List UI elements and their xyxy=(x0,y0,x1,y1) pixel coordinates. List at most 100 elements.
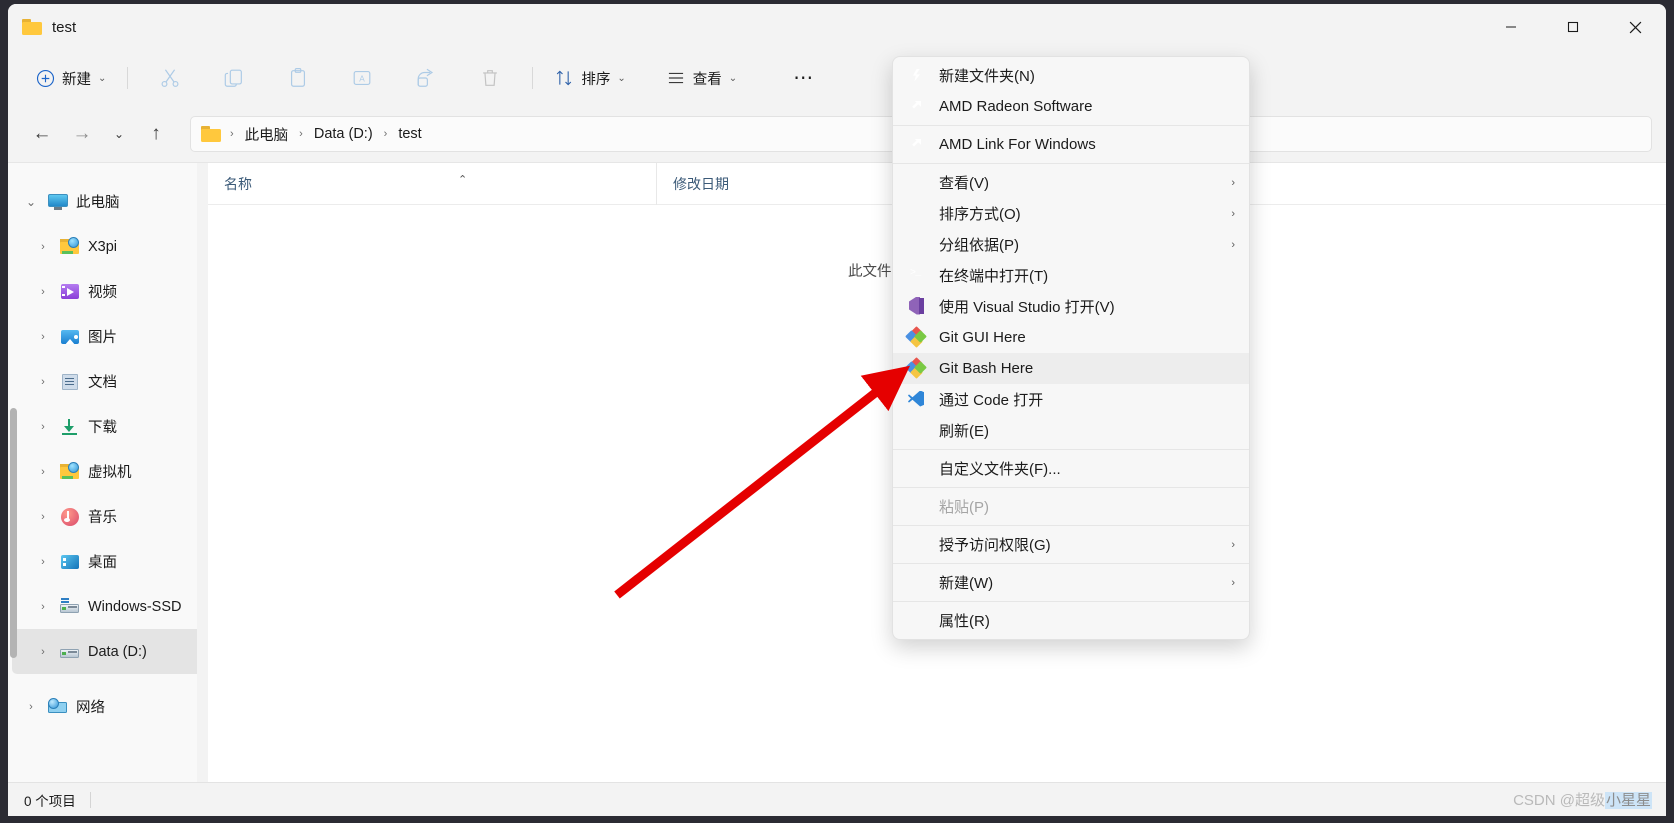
menu-separator xyxy=(893,563,1249,564)
chevron-right-icon[interactable]: › xyxy=(34,556,52,568)
menu-item-open-in-terminal[interactable]: 在终端中打开(T) xyxy=(893,260,1249,291)
breadcrumb-item-0[interactable]: 此电脑 xyxy=(239,121,295,148)
menu-item-git-gui-here[interactable]: Git GUI Here xyxy=(893,322,1249,353)
sidebar-item-this-pc[interactable]: ⌄ 此电脑 xyxy=(12,179,204,224)
vscode-icon xyxy=(907,390,927,410)
lightning-circle-icon xyxy=(907,66,927,86)
up-button[interactable]: ↑ xyxy=(136,116,176,152)
maximize-icon[interactable] xyxy=(1542,4,1604,50)
downloads-icon xyxy=(59,417,81,437)
watermark-prefix: CSDN @超级 xyxy=(1513,792,1605,809)
delete-button[interactable] xyxy=(459,60,521,96)
breadcrumb-item-1[interactable]: Data (D:) xyxy=(308,123,379,145)
menu-item-label: 授予访问权限(G) xyxy=(939,537,1051,554)
rename-button[interactable]: A xyxy=(331,60,393,96)
sidebar-item-music[interactable]: › 音乐 xyxy=(12,494,204,539)
view-button[interactable]: 查看 ⌄ xyxy=(656,60,747,96)
menu-item-label: 新建(W) xyxy=(939,575,994,592)
terminal-icon xyxy=(907,266,927,286)
menu-item-refresh[interactable]: 刷新(E) xyxy=(893,415,1249,446)
menu-item-properties[interactable]: 属性(R) xyxy=(893,605,1249,636)
column-header-name[interactable]: 名称 ⌃ xyxy=(208,163,656,205)
sort-button-label: 排序 xyxy=(581,71,611,88)
pictures-icon xyxy=(59,327,81,347)
sidebar-item-label: 图片 xyxy=(88,330,117,346)
chevron-right-icon[interactable]: › xyxy=(34,421,52,433)
chevron-right-icon[interactable]: › xyxy=(22,701,40,713)
sidebar-item-documents[interactable]: › 文档 xyxy=(12,359,204,404)
sidebar-item-virtual-machines[interactable]: › 虚拟机 xyxy=(12,449,204,494)
paste-button[interactable] xyxy=(267,60,329,96)
context-menu[interactable]: 新建文件夹(N) AMD Radeon Software AMD Link Fo… xyxy=(892,56,1250,640)
status-divider xyxy=(89,791,91,808)
sidebar-item-x3pi[interactable]: › X3pi xyxy=(12,224,204,269)
close-icon[interactable] xyxy=(1604,4,1666,50)
chevron-right-icon[interactable]: › xyxy=(34,241,52,253)
sidebar-scrollbar-thumb[interactable] xyxy=(10,408,17,658)
menu-item-amd-radeon-software[interactable]: AMD Radeon Software xyxy=(893,91,1249,122)
chevron-right-icon: › xyxy=(1231,238,1235,251)
breadcrumb-separator: › xyxy=(299,128,303,140)
sidebar-scrollbar-track[interactable] xyxy=(197,163,208,782)
chevron-right-icon[interactable]: › xyxy=(34,286,52,298)
sort-button[interactable]: 排序 ⌄ xyxy=(544,60,635,96)
documents-icon xyxy=(59,372,81,392)
sidebar-item-videos[interactable]: › 视频 xyxy=(12,269,204,314)
blank-icon xyxy=(907,173,927,193)
menu-item-amd-link-for-windows[interactable]: AMD Link For Windows xyxy=(893,129,1249,160)
chevron-down-icon: ⌄ xyxy=(617,72,626,84)
menu-item-open-with-visual-studio[interactable]: 使用 Visual Studio 打开(V) xyxy=(893,291,1249,322)
recent-locations-button[interactable]: ⌄ xyxy=(102,116,136,152)
menu-separator xyxy=(893,601,1249,602)
menu-item-customize-folder[interactable]: 自定义文件夹(F)... xyxy=(893,453,1249,484)
watermark-highlight: 小星星 xyxy=(1604,792,1652,809)
amd-icon xyxy=(907,135,927,155)
sidebar-item-data-d[interactable]: › Data (D:) xyxy=(12,629,204,674)
chevron-right-icon[interactable]: › xyxy=(34,601,52,613)
chevron-right-icon[interactable]: › xyxy=(34,376,52,388)
breadcrumb-item-2[interactable]: test xyxy=(392,123,427,145)
sidebar-item-network[interactable]: › 网络 xyxy=(12,684,204,729)
cut-button[interactable] xyxy=(139,60,201,96)
chevron-right-icon[interactable]: › xyxy=(34,646,52,658)
watermark: CSDN @超级小星星 xyxy=(1513,789,1652,810)
navigation-pane: ⌄ 此电脑 › X3pi › 视频 › 图片 › 文档 › 下载 › 虚拟机 ›… xyxy=(8,163,208,782)
sidebar-item-downloads[interactable]: › 下载 xyxy=(12,404,204,449)
minimize-icon[interactable] xyxy=(1480,4,1542,50)
menu-item-label: 新建文件夹(N) xyxy=(939,68,1035,85)
more-options-button[interactable]: ⋯ xyxy=(783,60,823,96)
breadcrumb-separator: › xyxy=(230,128,234,140)
menu-item-label: 查看(V) xyxy=(939,175,989,192)
share-button[interactable] xyxy=(395,60,457,96)
back-button[interactable]: ← xyxy=(22,116,62,152)
menu-item-view[interactable]: 查看(V) › xyxy=(893,167,1249,198)
chevron-right-icon[interactable]: › xyxy=(34,466,52,478)
menu-item-new[interactable]: 新建(W) › xyxy=(893,567,1249,598)
sidebar-item-windows-ssd[interactable]: › Windows-SSD xyxy=(12,584,204,629)
sidebar-item-label: 音乐 xyxy=(88,510,117,526)
menu-item-new-folder[interactable]: 新建文件夹(N) xyxy=(893,60,1249,91)
navigation-bar: ← → ⌄ ↑ › 此电脑 › Data (D:) › test xyxy=(8,106,1666,162)
sidebar-item-label: Data (D:) xyxy=(88,643,147,660)
menu-item-grant-access-to[interactable]: 授予访问权限(G) › xyxy=(893,529,1249,560)
sidebar-item-pictures[interactable]: › 图片 xyxy=(12,314,204,359)
window-title: test xyxy=(52,18,77,36)
command-bar: 新建 ⌄ A 排序 ⌄ 查看 ⌄ ⋯ xyxy=(8,50,1666,106)
menu-item-open-with-code[interactable]: 通过 Code 打开 xyxy=(893,384,1249,415)
menu-item-git-bash-here[interactable]: Git Bash Here xyxy=(893,353,1249,384)
git-icon xyxy=(905,356,927,379)
new-button[interactable]: 新建 ⌄ xyxy=(26,60,116,96)
copy-button[interactable] xyxy=(203,60,265,96)
forward-button[interactable]: → xyxy=(62,116,102,152)
menu-item-paste: 粘贴(P) xyxy=(893,491,1249,522)
blank-icon xyxy=(907,421,927,441)
menu-separator xyxy=(893,125,1249,126)
menu-item-group-by[interactable]: 分组依据(P) › xyxy=(893,229,1249,260)
chevron-right-icon[interactable]: › xyxy=(34,331,52,343)
menu-item-sort-by[interactable]: 排序方式(O) › xyxy=(893,198,1249,229)
chevron-right-icon[interactable]: › xyxy=(34,511,52,523)
column-header-label: 名称 xyxy=(224,175,252,192)
chevron-down-icon[interactable]: ⌄ xyxy=(22,195,40,209)
toolbar-divider-2 xyxy=(532,67,534,89)
sidebar-item-desktop[interactable]: › 桌面 xyxy=(12,539,204,584)
